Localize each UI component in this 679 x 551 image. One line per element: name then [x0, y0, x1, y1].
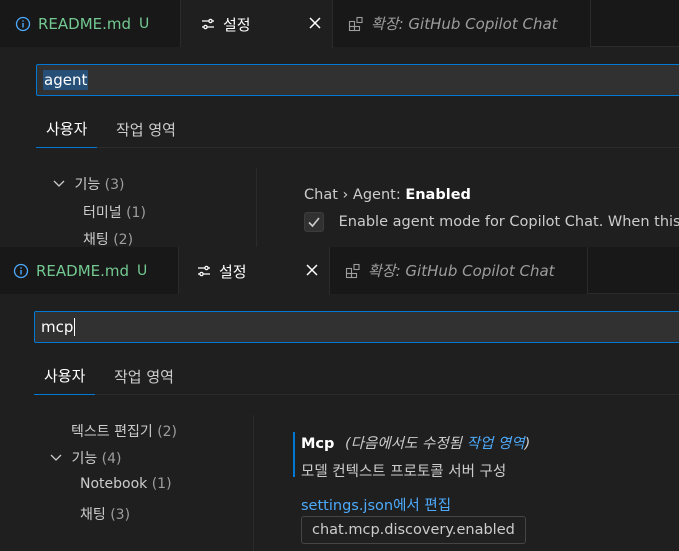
tab-extension[interactable]: 확장: GitHub Copilot Chat: [330, 247, 588, 294]
extensions-icon: [347, 15, 365, 33]
search-value: mcp: [41, 318, 74, 336]
tab-settings[interactable]: 설정: [181, 0, 333, 48]
close-icon[interactable]: [306, 14, 324, 32]
tab-label: README.md: [38, 14, 132, 33]
setting-category: Chat › Agent:: [304, 187, 406, 203]
search-value: agent: [43, 70, 89, 90]
toc-item-chat[interactable]: 채팅 (2): [83, 229, 133, 247]
extensions-icon: [344, 262, 362, 280]
tab-label: 설정: [223, 15, 251, 34]
setting-name: Enabled: [405, 187, 471, 203]
modified-indicator: [293, 432, 295, 477]
toc-divider: [256, 168, 257, 247]
toc-count: (4): [101, 451, 122, 467]
toc-label: 채팅: [80, 507, 106, 523]
toc-count: (2): [113, 232, 134, 247]
tab-label: 설정: [219, 262, 247, 281]
tab-bar: README.md U 설정 확장: GitHub Copilot Chat: [0, 247, 679, 295]
toc-item-terminal[interactable]: 터미널 (1): [83, 202, 146, 222]
setting-title: Chat › Agent: Enabled: [304, 187, 471, 203]
settings-editor-mcp: README.md U 설정 확장: GitHub Copilot Chat m…: [0, 247, 679, 551]
settings-sliders-icon: [199, 15, 217, 33]
tab-readme[interactable]: README.md U: [0, 247, 179, 294]
settings-search-input[interactable]: mcp: [34, 311, 679, 343]
info-icon: [14, 15, 32, 33]
tooltip: chat.mcp.discovery.enabled: [301, 516, 526, 544]
toc-divider: [253, 415, 254, 551]
tab-readme[interactable]: README.md U: [0, 0, 181, 47]
toc-label: 채팅: [83, 232, 109, 247]
toc-item-text-editor[interactable]: 텍스트 편집기 (2): [71, 421, 177, 441]
scope-tabs: 사용자 작업 영역: [34, 357, 679, 395]
toc-item-features[interactable]: 기능 (3): [52, 174, 125, 194]
tab-workspace-scope[interactable]: 작업 영역: [104, 357, 184, 395]
modified-suffix: ): [524, 436, 531, 452]
text-cursor: [74, 318, 76, 336]
settings-editor-agent: README.md U 설정 확장: GitHub Copilot Chat a…: [0, 0, 679, 247]
modified-prefix: (다음에서도 수정됨: [345, 436, 467, 452]
untracked-badge: U: [137, 262, 148, 279]
setting-name: Mcp: [301, 436, 335, 452]
info-icon: [12, 262, 30, 280]
tab-extension[interactable]: 확장: GitHub Copilot Chat: [333, 0, 591, 47]
toc-item-features[interactable]: 기능 (4): [49, 448, 122, 468]
checkmark-icon: [308, 217, 320, 228]
tab-label: 확장: GitHub Copilot Chat: [371, 15, 558, 33]
tab-workspace-scope[interactable]: 작업 영역: [106, 110, 186, 148]
tab-label: README.md: [36, 261, 130, 280]
toc-count: (2): [157, 424, 178, 440]
settings-toc: 기능 (3) 터미널 (1) 채팅 (2): [0, 170, 250, 247]
modified-note: (다음에서도 수정됨 작업 영역): [345, 436, 530, 452]
workspace-link[interactable]: 작업 영역: [467, 436, 525, 452]
scope-tabs: 사용자 작업 영역: [36, 110, 679, 148]
agent-enabled-checkbox[interactable]: [304, 212, 324, 232]
toc-count: (1): [126, 205, 146, 221]
setting-row: Enable agent mode for Copilot Chat. When…: [304, 212, 679, 232]
toc-count: (1): [151, 476, 172, 492]
toc-label: Notebook: [80, 476, 148, 492]
toc-label: 텍스트 편집기: [71, 424, 153, 440]
tab-settings[interactable]: 설정: [179, 247, 330, 295]
toc-label: 터미널: [83, 205, 122, 221]
toc-label: 기능: [71, 451, 98, 467]
settings-search-input[interactable]: agent: [36, 64, 679, 96]
chevron-down-icon: [52, 177, 66, 193]
edit-in-settings-json-link[interactable]: settings.json에서 편집: [301, 494, 451, 515]
tab-user-scope[interactable]: 사용자: [34, 357, 96, 395]
untracked-badge: U: [139, 15, 150, 32]
setting-description: 모델 컨텍스트 프로토콜 서버 구성: [301, 464, 507, 480]
tab-bar: README.md U 설정 확장: GitHub Copilot Chat: [0, 0, 679, 48]
settings-toc: 텍스트 편집기 (2) 기능 (4) Notebook (1) 채팅 (3): [0, 417, 250, 551]
setting-title: Mcp (다음에서도 수정됨 작업 영역): [301, 432, 530, 453]
toc-item-notebook[interactable]: Notebook (1): [80, 476, 172, 492]
toc-item-chat[interactable]: 채팅 (3): [80, 504, 130, 524]
close-icon[interactable]: [303, 261, 321, 279]
settings-sliders-icon: [195, 262, 213, 280]
tab-user-scope[interactable]: 사용자: [36, 110, 98, 148]
toc-count: (3): [110, 507, 131, 523]
toc-count: (3): [104, 177, 125, 193]
setting-description: Enable agent mode for Copilot Chat. When…: [338, 214, 679, 230]
toc-label: 기능: [74, 177, 101, 193]
tab-label: 확장: GitHub Copilot Chat: [368, 262, 555, 280]
chevron-down-icon: [49, 451, 63, 467]
